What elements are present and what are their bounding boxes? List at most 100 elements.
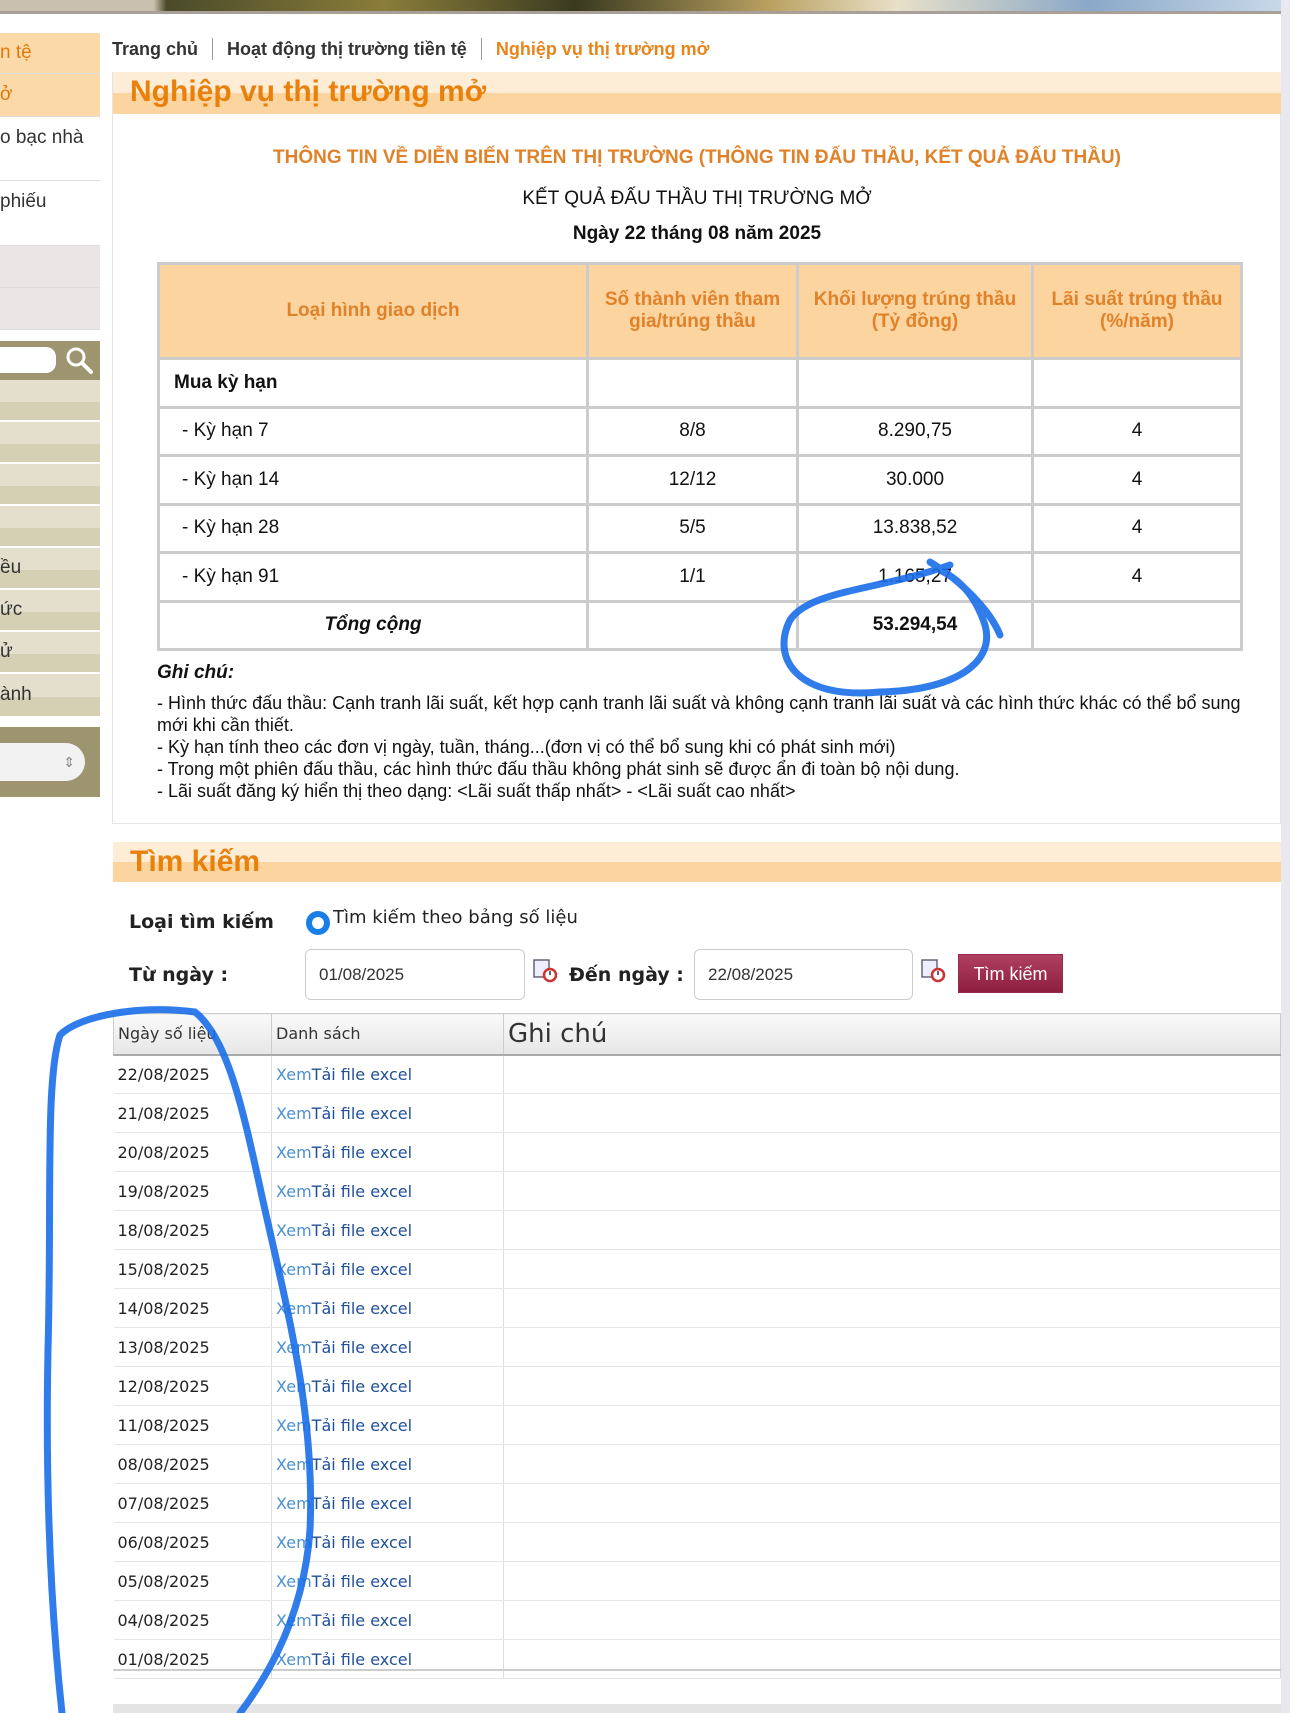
sidebar-search-input[interactable] [0,347,56,373]
list-cell: XemTải file excel [271,1327,504,1367]
search-type-option-label[interactable]: Tìm kiếm theo bảng số liệu [333,907,578,928]
search-icon[interactable] [64,345,94,375]
section-subheading: KẾT QUẢ ĐẤU THẦU THỊ TRƯỜNG MỞ [522,188,872,209]
sidebar-select[interactable]: ⇕ [0,743,85,781]
download-excel-link[interactable]: Tải file excel [312,1221,412,1240]
download-excel-link[interactable]: Tải file excel [312,1260,412,1279]
column-header-notes[interactable]: Ghi chú [503,1013,1281,1056]
search-title-bar: Tìm kiếm [113,842,1281,882]
column-header: Loại hình giao dịch [157,262,589,360]
date-cell: 18/08/2025 [113,1210,272,1250]
sidebar-item-label: phiếu [0,191,47,212]
notes-cell [503,1522,1281,1562]
download-excel-link[interactable]: Tải file excel [312,1377,412,1396]
download-excel-link[interactable]: Tải file excel [312,1338,412,1357]
sidebar-item[interactable] [0,380,100,422]
column-header-list[interactable]: Danh sách [271,1013,504,1056]
download-excel-link[interactable]: Tải file excel [312,1611,412,1630]
date-cell: 08/08/2025 [113,1444,272,1484]
sidebar-item[interactable] [0,464,100,506]
sidebar-item[interactable]: ều [0,548,100,590]
sidebar-item[interactable]: phiếu [0,181,100,246]
notes-cell [503,1093,1281,1133]
download-excel-link[interactable]: Tải file excel [312,1455,412,1474]
view-link[interactable]: Xem [276,1455,312,1474]
to-date-input[interactable]: 22/08/2025 [694,949,913,1000]
download-excel-link[interactable]: Tải file excel [312,1143,412,1162]
term-cell: - Kỳ hạn 28 [157,502,589,554]
view-link[interactable]: Xem [276,1104,312,1123]
sidebar-item[interactable] [0,246,100,288]
view-link[interactable]: Xem [276,1572,312,1591]
search-type-radio[interactable] [306,911,330,935]
sidebar-item[interactable]: ở [0,74,100,117]
scrollbar[interactable] [1281,0,1290,1713]
download-excel-link[interactable]: Tải file excel [312,1182,412,1201]
download-excel-link[interactable]: Tải file excel [312,1572,412,1591]
download-excel-link[interactable]: Tải file excel [312,1065,412,1084]
sidebar-item[interactable]: ành [0,674,100,718]
view-link[interactable]: Xem [276,1065,312,1084]
download-excel-link[interactable]: Tải file excel [312,1299,412,1318]
sidebar-item[interactable]: o bạc nhà [0,117,100,181]
grid-row: 06/08/2025 XemTải file excel [113,1522,1281,1562]
sidebar-select-area: ⇕ [0,727,100,797]
grid-row: 21/08/2025 XemTải file excel [113,1093,1281,1133]
table-cell [586,599,799,651]
footer-bar [113,1704,1281,1713]
view-link[interactable]: Xem [276,1338,312,1357]
sidebar-item-label: ở [0,84,13,105]
note-line: - Hình thức đấu thầu: Cạnh tranh lãi suấ… [157,693,1241,735]
view-link[interactable]: Xem [276,1416,312,1435]
grid-row: 05/08/2025 XemTải file excel [113,1561,1281,1601]
view-link[interactable]: Xem [276,1650,312,1669]
section-heading: THÔNG TIN VỀ DIỄN BIẾN TRÊN THỊ TRƯỜNG (… [273,147,1121,168]
view-link[interactable]: Xem [276,1221,312,1240]
search-button[interactable]: Tìm kiếm [958,954,1063,993]
date-cell: 15/08/2025 [113,1249,272,1289]
sidebar-item[interactable]: n tệ [0,33,100,74]
note-line: - Lãi suất đăng ký hiển thị theo dạng: <… [157,781,796,801]
view-link[interactable]: Xem [276,1494,312,1513]
grid-header-row: Ngày số liệu Danh sách Ghi chú [113,1013,1281,1056]
note-line: - Kỳ hạn tính theo các đơn vị ngày, tuần… [157,737,896,757]
total-label: Tổng cộng [157,599,589,651]
sidebar-item[interactable]: ức [0,590,100,632]
date-cell: 22/08/2025 [113,1054,272,1094]
sidebar-item[interactable] [0,506,100,548]
sidebar-item[interactable] [0,288,100,330]
breadcrumb-money-market[interactable]: Hoạt động thị trường tiền tệ [227,39,467,60]
sidebar-item[interactable]: ử [0,632,100,674]
view-link[interactable]: Xem [276,1182,312,1201]
view-link[interactable]: Xem [276,1143,312,1162]
view-link[interactable]: Xem [276,1611,312,1630]
notes-cell [503,1483,1281,1523]
sidebar-search [0,341,100,380]
view-link[interactable]: Xem [276,1299,312,1318]
column-header: Số thành viên tham gia/trúng thầu [586,262,799,360]
download-excel-link[interactable]: Tải file excel [312,1104,412,1123]
view-link[interactable]: Xem [276,1533,312,1552]
download-excel-link[interactable]: Tải file excel [312,1416,412,1435]
grid-row: 12/08/2025 XemTải file excel [113,1366,1281,1406]
download-excel-link[interactable]: Tải file excel [312,1533,412,1552]
date-cell: 12/08/2025 [113,1366,272,1406]
calendar-icon[interactable] [532,957,558,983]
sidebar-item[interactable] [0,422,100,464]
download-excel-link[interactable]: Tải file excel [312,1650,412,1669]
view-link[interactable]: Xem [276,1377,312,1396]
table-row: - Kỳ hạn 28 5/5 13.838,52 4 [157,502,1243,554]
breadcrumb-home[interactable]: Trang chủ [112,39,198,60]
term-cell: - Kỳ hạn 14 [157,454,589,506]
date-cell: 11/08/2025 [113,1405,272,1445]
breadcrumb-current[interactable]: Nghiệp vụ thị trường mở [496,39,710,60]
rate-cell: 4 [1031,405,1243,457]
view-link[interactable]: Xem [276,1260,312,1279]
date-cell: 21/08/2025 [113,1093,272,1133]
date-cell: 19/08/2025 [113,1171,272,1211]
calendar-icon[interactable] [920,957,946,983]
note-line: - Trong một phiên đấu thầu, các hình thứ… [157,759,960,779]
download-excel-link[interactable]: Tải file excel [312,1494,412,1513]
from-date-input[interactable]: 01/08/2025 [305,949,525,1000]
column-header-date[interactable]: Ngày số liệu [113,1013,272,1056]
